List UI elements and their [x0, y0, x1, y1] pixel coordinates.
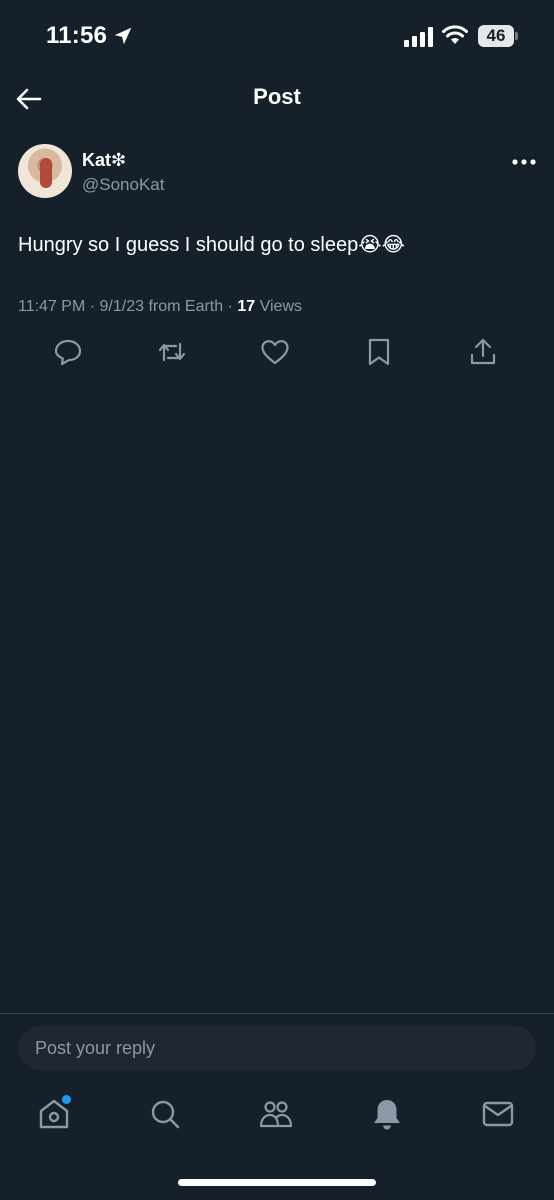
- post-text: Hungry so I guess I should go to sleep😭😂: [18, 234, 405, 256]
- post-meta: 11:47 PM · 9/1/23 from Earth · 17 Views: [18, 298, 302, 316]
- search-icon[interactable]: [147, 1096, 183, 1132]
- nav-header: Post: [0, 74, 554, 124]
- mail-icon[interactable]: [480, 1096, 516, 1132]
- views-count[interactable]: 17: [237, 298, 255, 315]
- communities-icon[interactable]: [258, 1096, 294, 1132]
- home-indicator: [178, 1179, 376, 1186]
- page-title: Post: [253, 84, 301, 109]
- bell-icon[interactable]: [369, 1096, 405, 1132]
- author-display-name[interactable]: Kat❇︎: [82, 150, 126, 171]
- heart-icon[interactable]: [259, 336, 291, 368]
- cellular-signal-icon: [404, 27, 433, 47]
- post-timestamp[interactable]: 11:47 PM · 9/1/23 from Earth ·: [18, 298, 237, 315]
- repost-icon[interactable]: [156, 336, 188, 368]
- wifi-icon: [442, 25, 468, 44]
- post-author: Kat❇︎ @SonoKat: [0, 144, 554, 204]
- reply-input[interactable]: Post your reply: [18, 1026, 536, 1070]
- author-handle[interactable]: @SonoKat: [82, 175, 164, 195]
- home-notification-dot: [62, 1095, 71, 1104]
- share-icon[interactable]: [467, 336, 499, 368]
- location-arrow-icon: [114, 27, 132, 45]
- comment-icon[interactable]: [52, 336, 84, 368]
- status-time: 11:56: [46, 22, 108, 49]
- battery-nub: [515, 32, 518, 40]
- battery-indicator: 46: [478, 25, 514, 47]
- post-actions: [0, 336, 554, 372]
- avatar-figure: [40, 158, 52, 188]
- avatar[interactable]: [18, 144, 72, 198]
- tab-bar: [0, 1090, 554, 1150]
- reply-composer: Post your reply: [0, 1013, 554, 1084]
- views-label[interactable]: Views: [255, 298, 302, 315]
- status-bar: 11:56 46: [0, 0, 554, 74]
- bookmark-icon[interactable]: [363, 336, 395, 368]
- more-horizontal-icon[interactable]: [510, 152, 538, 172]
